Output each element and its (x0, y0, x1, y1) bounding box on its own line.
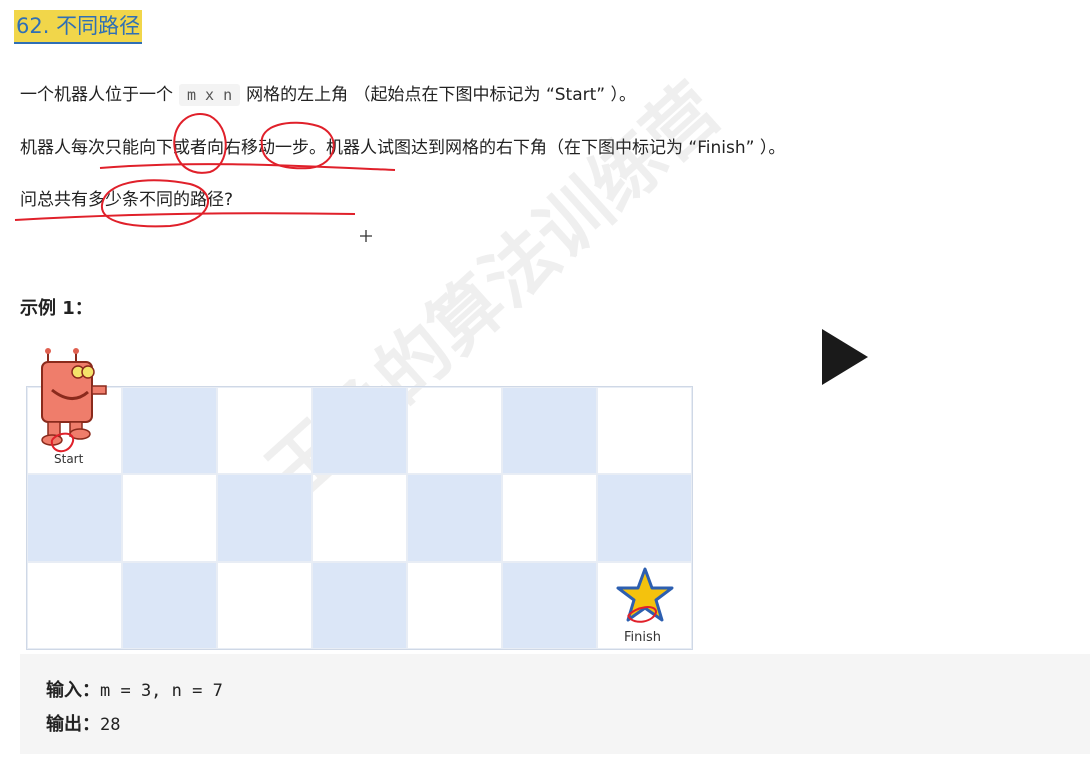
grid-cell (597, 387, 692, 475)
grid-cell (407, 387, 502, 475)
grid-cell (407, 561, 502, 649)
grid-cell (122, 474, 217, 562)
robot-icon (41, 348, 107, 446)
path-grid (26, 386, 693, 650)
annotation-plus (360, 230, 372, 242)
star-icon (616, 567, 674, 622)
grid-cell (502, 474, 597, 562)
grid-cell (312, 561, 407, 649)
grid-cell (27, 561, 122, 649)
grid-cell (312, 387, 407, 475)
description-line-3: 问总共有多少条不同的路径? (20, 190, 234, 210)
output-label: 输出： (46, 714, 100, 735)
grid-cell (407, 474, 502, 562)
annotation-underline-1 (99, 163, 396, 171)
grid-cell (502, 561, 597, 649)
annotation-underline-2 (14, 212, 356, 221)
example-title: 示例 1： (20, 298, 93, 319)
problem-title: 62. 不同路径 (14, 10, 143, 44)
description-text-after: 网格的左上角 （起始点在下图中标记为 “Start” ）。 (246, 85, 637, 105)
grid-cell (502, 387, 597, 475)
grid-cell (27, 474, 122, 562)
input-value: m = 3, n = 7 (100, 681, 223, 701)
start-label: Start (54, 452, 84, 466)
example-output: 输出：28 (46, 710, 120, 736)
play-icon[interactable] (820, 327, 870, 387)
input-label: 输入： (46, 680, 100, 701)
grid-cell (122, 561, 217, 649)
example-io-box: 输入：m = 3, n = 7 输出：28 (20, 654, 1090, 754)
inline-code-mxn: m x n (179, 84, 241, 106)
finish-label: Finish (624, 630, 662, 645)
grid-cell (217, 561, 312, 649)
grid-cell (122, 387, 217, 475)
grid-cell (312, 474, 407, 562)
description-line-1: 一个机器人位于一个 m x n 网格的左上角 （起始点在下图中标记为 “Start”… (20, 82, 636, 108)
example-input: 输入：m = 3, n = 7 (46, 676, 223, 702)
description-text-before: 一个机器人位于一个 (20, 85, 173, 105)
output-value: 28 (100, 715, 121, 735)
grid-cell (597, 474, 692, 562)
grid-cell (217, 387, 312, 475)
grid-cell (217, 474, 312, 562)
